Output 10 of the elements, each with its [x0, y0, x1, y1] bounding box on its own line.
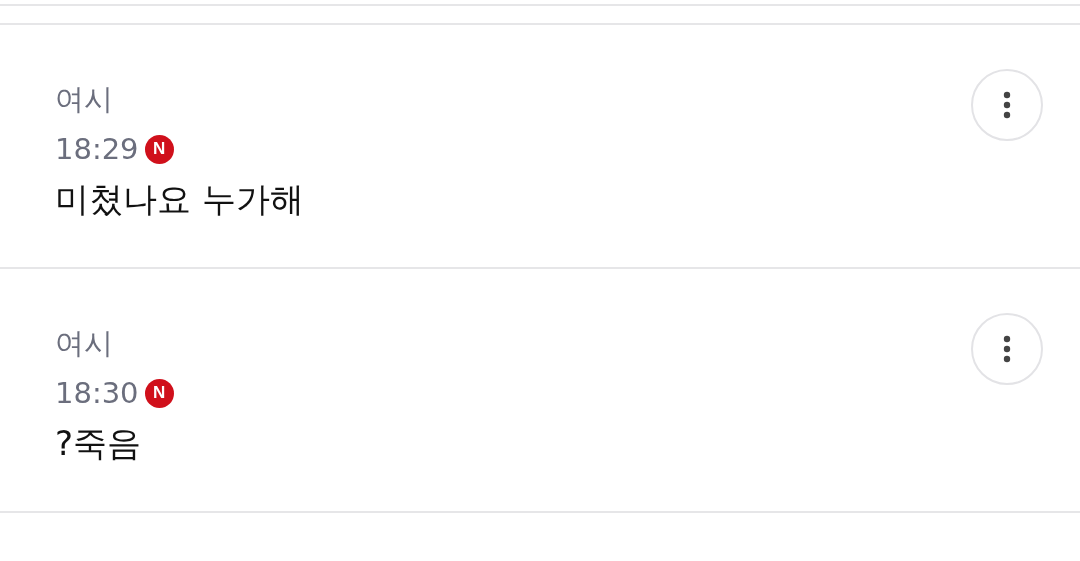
new-badge: N — [144, 378, 174, 408]
more-vertical-icon — [1003, 91, 1011, 119]
author-name: 여시 — [55, 81, 114, 118]
new-badge: N — [144, 134, 174, 164]
comment-time: 18:30 — [55, 375, 139, 412]
comment-time: 18:29 — [55, 131, 139, 168]
comment-text: 미쳤나요 누가해 — [55, 178, 304, 221]
comment-text: ?죽음 — [55, 422, 143, 465]
more-vertical-icon — [1003, 335, 1011, 363]
author-name: 여시 — [55, 325, 114, 362]
